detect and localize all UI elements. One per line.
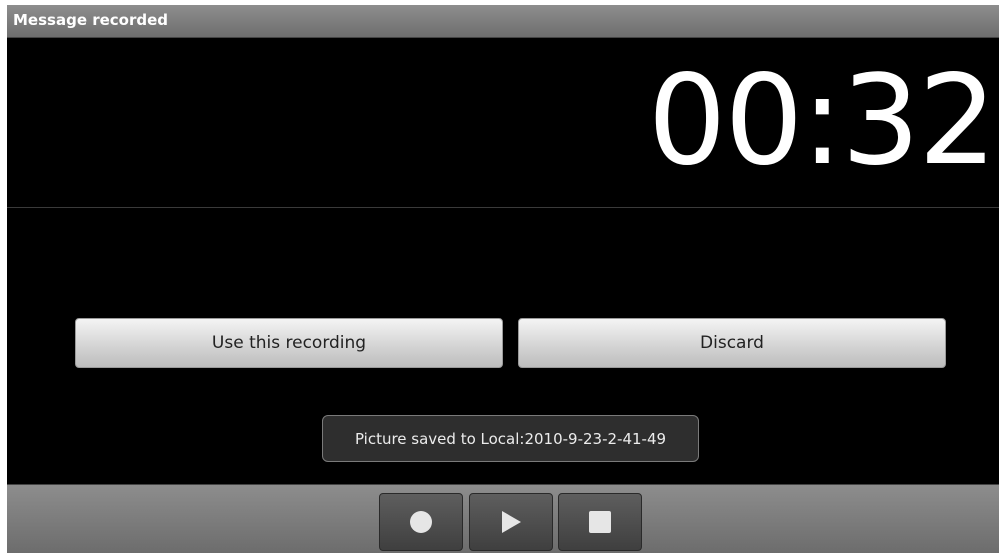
recorder-screen: Message recorded 00:32 Use this recordin… bbox=[7, 5, 999, 553]
discard-label: Discard bbox=[700, 333, 764, 353]
record-icon bbox=[410, 511, 432, 533]
play-button[interactable] bbox=[469, 493, 553, 551]
toast-notification: Picture saved to Local:2010-9-23-2-41-49 bbox=[322, 415, 699, 462]
divider bbox=[7, 207, 999, 208]
stop-icon bbox=[589, 511, 611, 533]
use-recording-button[interactable]: Use this recording bbox=[75, 318, 503, 368]
play-icon bbox=[501, 511, 521, 533]
recording-timer: 00:32 bbox=[647, 49, 997, 193]
use-recording-label: Use this recording bbox=[211, 333, 367, 353]
title-bar: Message recorded bbox=[7, 5, 999, 38]
window-title: Message recorded bbox=[13, 11, 169, 29]
discard-button[interactable]: Discard bbox=[518, 318, 946, 368]
playback-controls-bar bbox=[7, 484, 999, 553]
stop-button[interactable] bbox=[558, 493, 642, 551]
toast-message: Picture saved to Local:2010-9-23-2-41-49 bbox=[354, 429, 667, 448]
record-button[interactable] bbox=[379, 493, 463, 551]
